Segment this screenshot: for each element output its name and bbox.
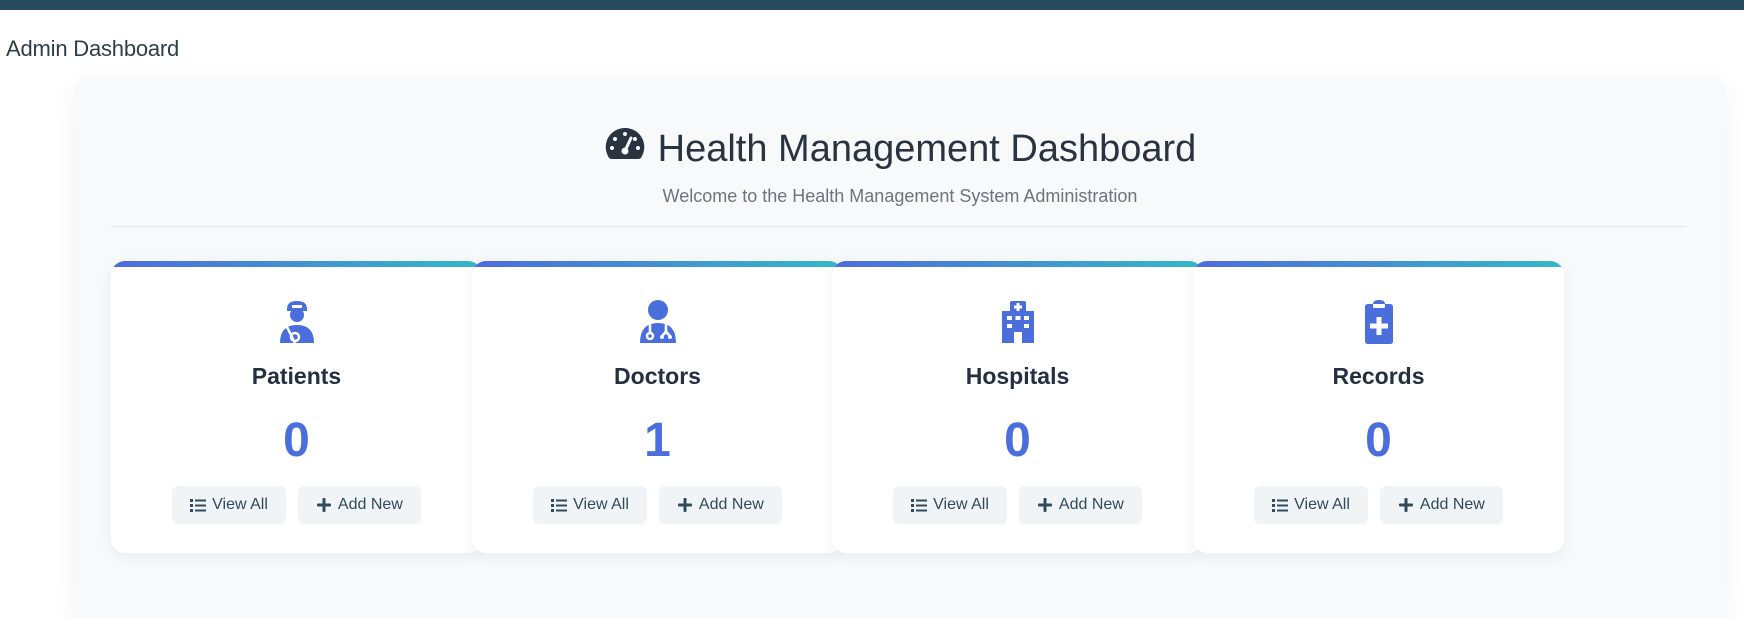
card-count: 0 <box>283 414 310 467</box>
header-divider <box>111 226 1686 227</box>
card-hospitals: Hospitals 0 View All Add New <box>832 261 1203 553</box>
card-actions: View All Add New <box>472 486 843 524</box>
card-title: Patients <box>251 363 342 389</box>
card-title: Hospitals <box>965 363 1070 389</box>
list-icon <box>551 499 568 512</box>
add-new-hospital-button[interactable]: Add New <box>1018 486 1142 524</box>
plus-icon <box>316 498 331 512</box>
add-new-patient-button[interactable]: Add New <box>297 486 421 524</box>
card-patients: Patients 0 View All Add New <box>111 261 482 553</box>
card-count: 0 <box>1004 414 1031 467</box>
add-new-record-button[interactable]: Add New <box>1379 486 1503 524</box>
list-icon <box>911 499 928 512</box>
dashboard-title: Health Management Dashboard <box>657 127 1197 170</box>
page-breadcrumb-title: Admin Dashboard <box>6 36 180 61</box>
plus-icon <box>1398 498 1413 512</box>
tachometer-icon <box>604 126 646 172</box>
view-all-hospitals-button[interactable]: View All <box>893 486 1007 524</box>
medical-record-icon <box>1193 299 1564 345</box>
card-title: Records <box>1332 363 1425 389</box>
button-label: View All <box>573 496 629 513</box>
button-label: Add New <box>1058 496 1124 513</box>
view-all-patients-button[interactable]: View All <box>172 486 286 524</box>
plus-icon <box>677 498 692 512</box>
view-all-records-button[interactable]: View All <box>1254 486 1368 524</box>
plus-icon <box>1037 498 1052 512</box>
patient-icon <box>111 299 482 345</box>
button-label: View All <box>212 496 268 513</box>
button-label: View All <box>933 496 989 513</box>
card-count: 1 <box>644 414 671 467</box>
dashboard-panel: Health Management Dashboard Welcome to t… <box>75 78 1725 618</box>
list-icon <box>1272 499 1289 512</box>
button-label: Add New <box>337 496 403 513</box>
button-label: View All <box>1294 496 1350 513</box>
card-actions: View All Add New <box>111 486 482 524</box>
button-label: Add New <box>698 496 764 513</box>
card-actions: View All Add New <box>832 486 1203 524</box>
dashboard-subtitle: Welcome to the Health Management System … <box>662 186 1138 206</box>
doctor-icon <box>472 299 843 345</box>
card-count: 0 <box>1365 414 1392 467</box>
hospital-icon <box>832 299 1203 345</box>
list-icon <box>190 499 207 512</box>
card-records: Records 0 View All Add New <box>1193 261 1564 553</box>
card-title: Doctors <box>614 363 701 389</box>
add-new-doctor-button[interactable]: Add New <box>658 486 782 524</box>
dashboard-header: Health Management Dashboard Welcome to t… <box>75 126 1725 207</box>
dashboard-title-row: Health Management Dashboard <box>604 126 1197 172</box>
top-navbar <box>0 0 1744 10</box>
button-label: Add New <box>1419 496 1485 513</box>
card-doctors: Doctors 1 View All Add New <box>472 261 843 553</box>
card-actions: View All Add New <box>1193 486 1564 524</box>
view-all-doctors-button[interactable]: View All <box>533 486 647 524</box>
